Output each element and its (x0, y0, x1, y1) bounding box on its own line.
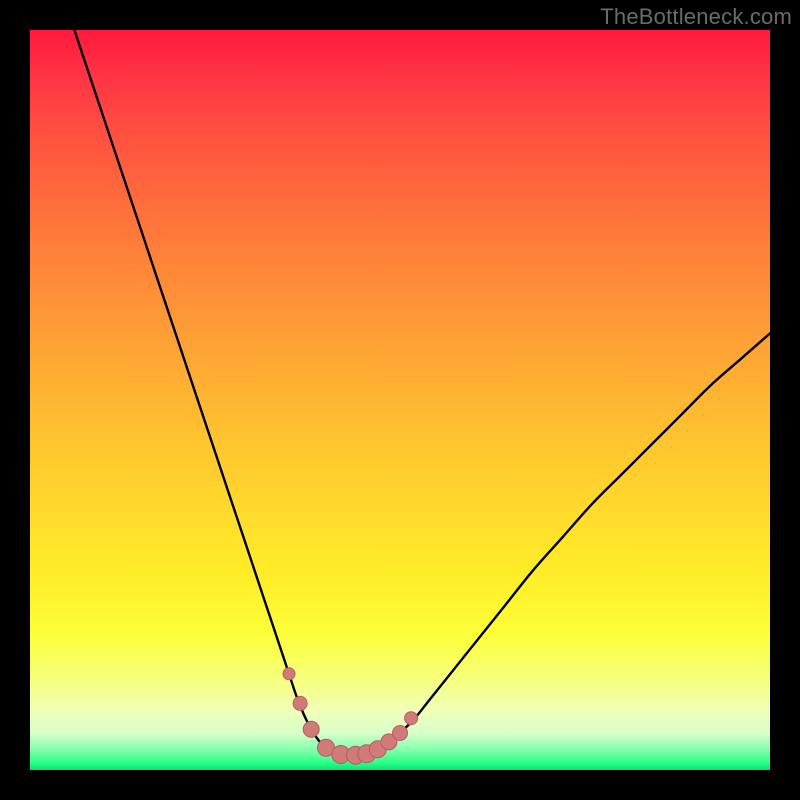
marker-point (393, 726, 408, 741)
marker-point (283, 668, 295, 680)
bottleneck-curve (74, 30, 770, 755)
chart-stage: TheBottleneck.com (0, 0, 800, 800)
watermark-text: TheBottleneck.com (600, 4, 792, 30)
marker-point (405, 712, 418, 725)
marker-point (303, 721, 319, 737)
marker-point (293, 696, 307, 710)
curve-svg (30, 30, 770, 770)
gradient-plot-area (30, 30, 770, 770)
